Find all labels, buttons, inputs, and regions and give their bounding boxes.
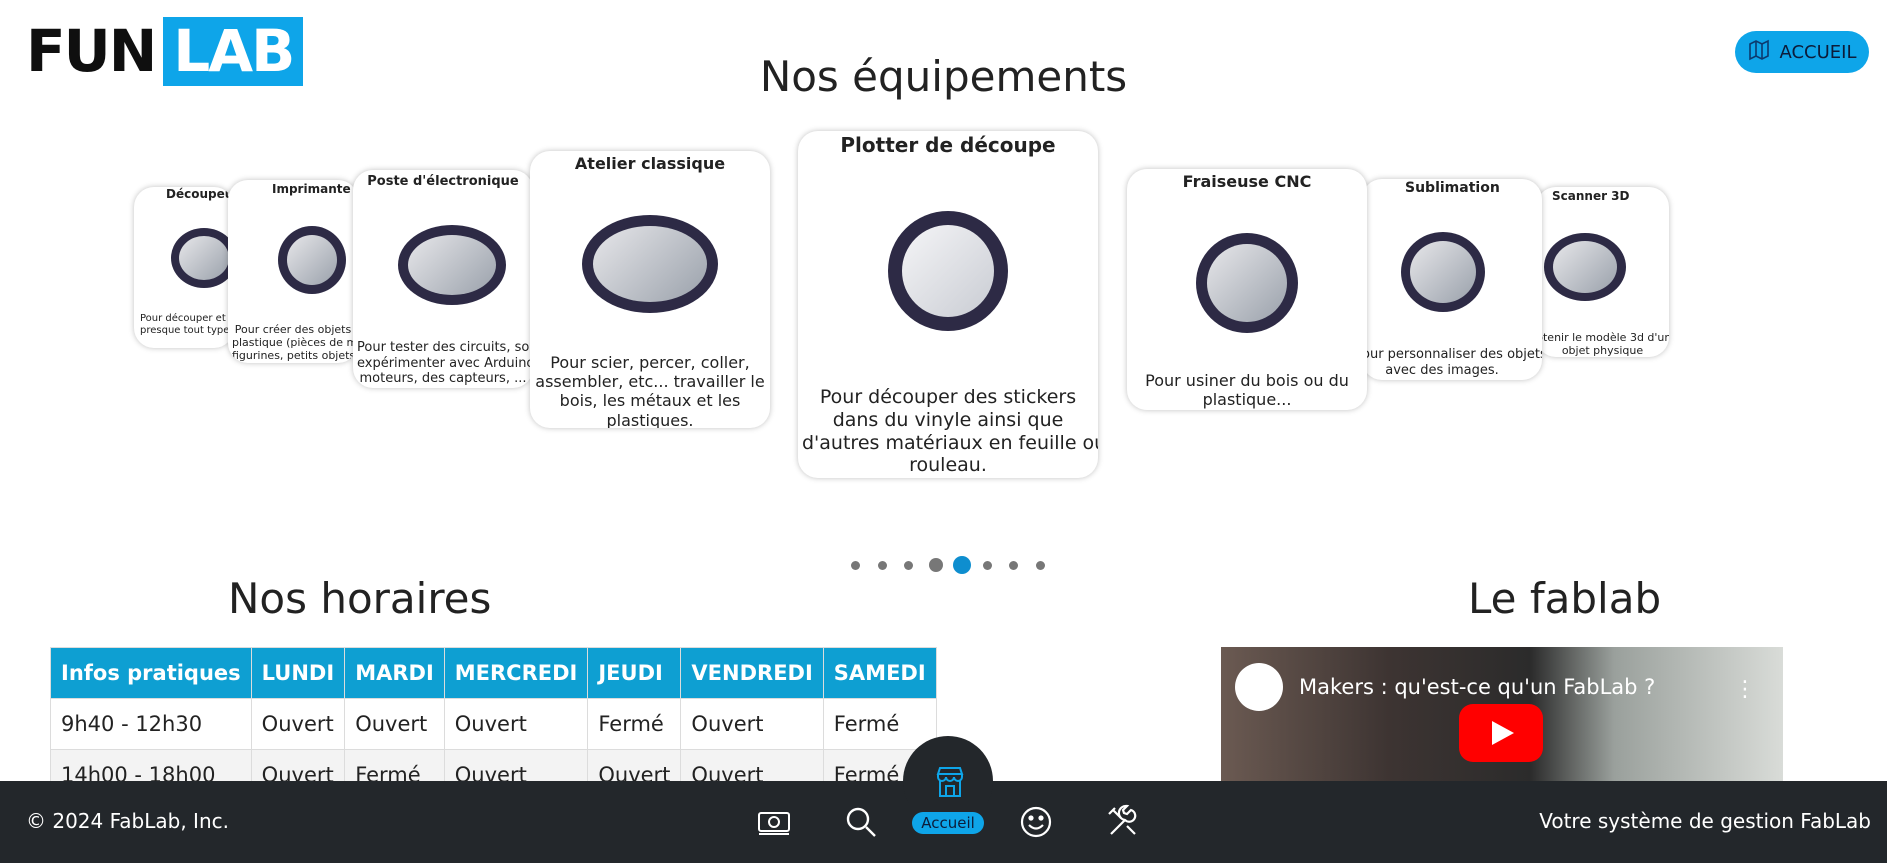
- card-title: Sublimation: [1405, 180, 1500, 196]
- equipment-card-fraiseuse-cnc[interactable]: Fraiseuse CNC Pour usiner du bois ou du …: [1127, 169, 1367, 410]
- table-header: SAMEDI: [822, 647, 937, 699]
- table-row: 9h40 - 12h30 Ouvert Ouvert Ouvert Fermé …: [50, 698, 937, 750]
- table-cell: Fermé: [587, 698, 682, 750]
- nav-accueil-label[interactable]: Accueil: [912, 812, 984, 834]
- table-header: LUNDI: [250, 647, 346, 699]
- carousel-dot-5-active[interactable]: [953, 556, 971, 574]
- carousel-dot-3[interactable]: [904, 561, 913, 570]
- equipment-title: Nos équipements: [759, 52, 1128, 101]
- table-cell: Ouvert: [443, 698, 589, 750]
- table-cell: Ouvert: [680, 698, 824, 750]
- footer-copyright: © 2024 FabLab, Inc.: [26, 809, 229, 833]
- equipment-card-atelier-classique[interactable]: Atelier classique Pour scier, percer, co…: [530, 151, 770, 428]
- card-title: Plotter de découpe: [840, 133, 1056, 157]
- card-image: [582, 215, 718, 313]
- table-cell: Ouvert: [250, 698, 346, 750]
- fablab-title: Le fablab: [1468, 574, 1662, 623]
- hours-title: Nos horaires: [228, 574, 492, 623]
- card-title: Découpeuse: [166, 187, 234, 201]
- money-icon[interactable]: [756, 804, 792, 840]
- equipment-card-poste-electronique[interactable]: Poste d'électronique Pour tester des cir…: [353, 170, 533, 388]
- table-header: JEUDI: [587, 647, 682, 699]
- card-image: [1196, 233, 1298, 333]
- card-desc: our personnaliser des objets avec des im…: [1362, 347, 1542, 378]
- card-title: Fraiseuse CNC: [1182, 172, 1312, 191]
- card-desc: Pour tester des circuits, souder, expéri…: [357, 340, 533, 387]
- table-cell: Fermé: [822, 698, 937, 750]
- carousel-dot-8[interactable]: [1036, 561, 1045, 570]
- carousel-dot-2[interactable]: [878, 561, 887, 570]
- carousel-dot-4[interactable]: [929, 558, 943, 572]
- table-header: MERCREDI: [443, 647, 589, 699]
- equipment-card-plotter-decoupe[interactable]: Plotter de découpe Pour découper des sti…: [798, 131, 1098, 478]
- carousel-dot-7[interactable]: [1009, 561, 1018, 570]
- video-title[interactable]: Makers : qu'est-ce qu'un FabLab ?: [1299, 675, 1655, 699]
- card-desc: Pour scier, percer, coller, assembler, e…: [535, 353, 765, 428]
- card-desc: btenir le modèle 3d d'un objet physique: [1536, 331, 1669, 357]
- card-desc: Pour créer des objets plastique (pièces …: [232, 323, 358, 363]
- youtube-video-embed[interactable]: Makers : qu'est-ce qu'un FabLab ? ⋮: [1221, 647, 1783, 787]
- card-title: Imprimante 3D: [272, 182, 358, 196]
- equipment-card-sublimation[interactable]: Sublimation our personnaliser des objets…: [1362, 179, 1542, 380]
- equipment-card-imprimante-3d[interactable]: Imprimante 3D Pour créer des objets plas…: [228, 180, 358, 363]
- card-image: [171, 228, 234, 288]
- search-icon[interactable]: [843, 804, 879, 840]
- channel-logo-icon[interactable]: [1235, 663, 1283, 711]
- store-icon[interactable]: [936, 766, 964, 800]
- card-desc: Pour découper et presque tout type de: [140, 313, 234, 336]
- table-cell: Ouvert: [344, 698, 445, 750]
- table-header: MARDI: [344, 647, 445, 699]
- carousel-dot-1[interactable]: [851, 561, 860, 570]
- card-desc: Pour découper des stickers dans du vinyl…: [802, 386, 1098, 477]
- more-options-icon[interactable]: ⋮: [1734, 677, 1756, 702]
- smiley-icon[interactable]: [1018, 804, 1054, 840]
- card-image: [888, 211, 1008, 331]
- card-image: [398, 225, 506, 305]
- card-title: Atelier classique: [574, 154, 726, 173]
- equipment-card-decoupeuse[interactable]: Découpeuse Pour découper et presque tout…: [134, 187, 234, 348]
- table-header-row: Infos pratiques LUNDI MARDI MERCREDI JEU…: [50, 647, 937, 699]
- card-image: [278, 226, 346, 294]
- hours-table: Infos pratiques LUNDI MARDI MERCREDI JEU…: [50, 647, 937, 801]
- card-desc: Pour usiner du bois ou du plastique...: [1145, 371, 1349, 410]
- equipment-card-scanner-3d[interactable]: Scanner 3D btenir le modèle 3d d'un obje…: [1536, 187, 1669, 357]
- carousel-dot-6[interactable]: [983, 561, 992, 570]
- card-title: Scanner 3D: [1552, 189, 1630, 203]
- footer-tagline: Votre système de gestion FabLab: [1539, 809, 1871, 833]
- table-cell: 9h40 - 12h30: [50, 698, 252, 750]
- play-button-icon[interactable]: [1459, 704, 1543, 762]
- table-header: VENDREDI: [680, 647, 824, 699]
- table-header: Infos pratiques: [50, 647, 252, 699]
- card-title: Poste d'électronique: [367, 174, 519, 189]
- tools-icon[interactable]: [1105, 804, 1141, 840]
- card-image: [1544, 233, 1626, 301]
- card-image: [1401, 232, 1485, 312]
